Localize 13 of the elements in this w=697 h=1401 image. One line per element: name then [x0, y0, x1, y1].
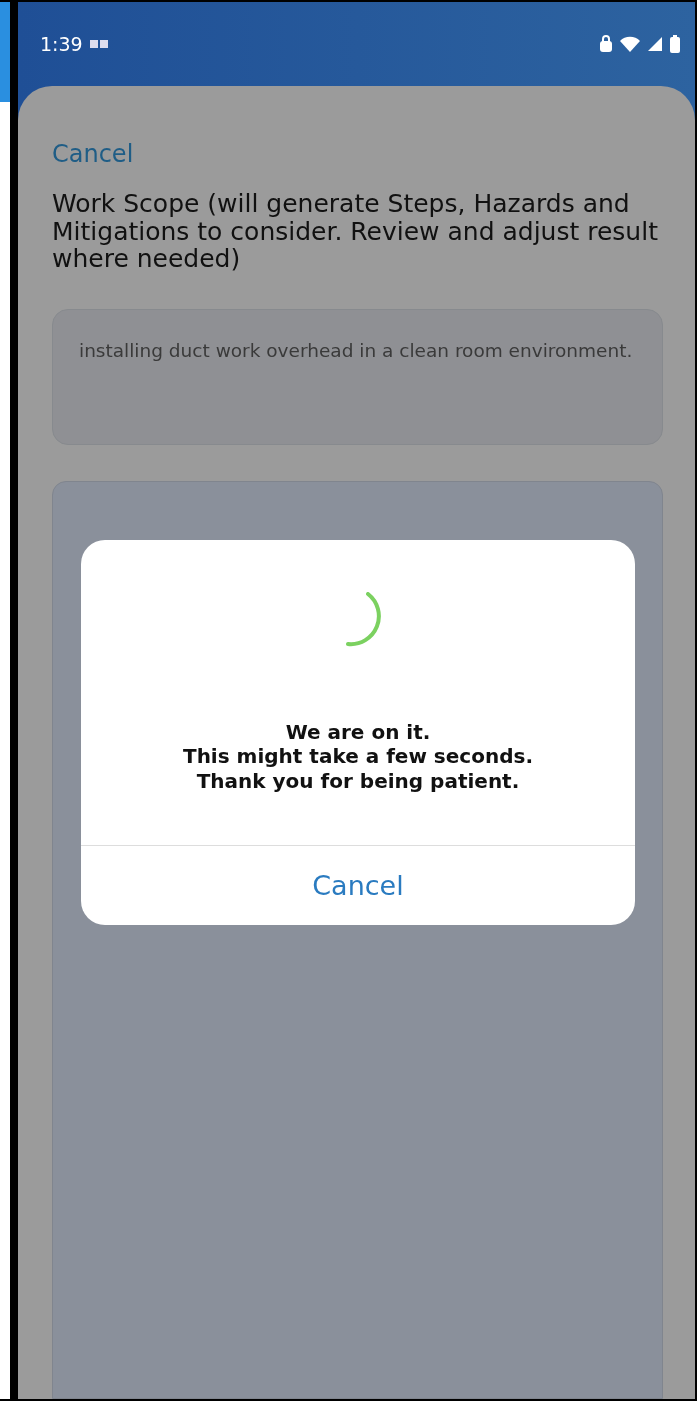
- loading-message-line: Thank you for being patient.: [196, 768, 520, 794]
- signal-icon: [647, 36, 663, 52]
- loading-message-line: We are on it.: [285, 720, 431, 745]
- dialog-cancel-button[interactable]: Cancel: [81, 845, 635, 926]
- notification-icon: [88, 38, 109, 50]
- cancel-link[interactable]: Cancel: [52, 140, 134, 168]
- loading-message-line: This might take a few seconds.: [183, 744, 533, 769]
- lock-icon: [599, 35, 613, 53]
- wifi-icon: [619, 35, 641, 53]
- work-scope-heading: Work Scope (will generate Steps, Hazards and Mitigations to consider. Review and adjust result where needed): [52, 190, 659, 273]
- battery-icon: [669, 34, 681, 54]
- status-time: 1:39: [40, 33, 83, 55]
- work-scope-field[interactable]: installing duct work overhead in a clean room environment.: [52, 308, 663, 445]
